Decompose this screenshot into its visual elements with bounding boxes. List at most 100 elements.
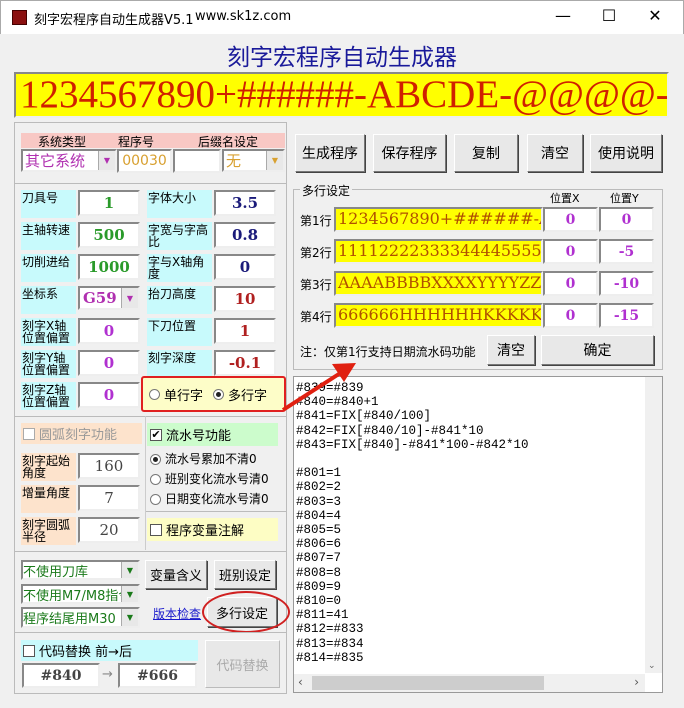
arc-checkbox-row[interactable]: 圆弧刻字功能 <box>21 423 142 444</box>
scroll-thumb[interactable] <box>312 676 544 690</box>
param-input[interactable]: 0 <box>78 350 140 376</box>
code-output-text: #839=#839 #840=#840+1 #841=FIX[#840/100]… <box>296 381 529 665</box>
coordinate-value: G59 <box>83 289 117 307</box>
row-pos-y-input[interactable]: -10 <box>599 271 654 296</box>
suffix-value: 无 <box>226 152 242 170</box>
param-input[interactable]: -0.1 <box>214 350 276 376</box>
arc-radius-label: 刻字圆弧半径 <box>21 517 76 545</box>
comment-checkbox[interactable] <box>150 523 162 536</box>
version-check-link[interactable]: 版本检查 <box>153 605 201 622</box>
serial-checkbox-row[interactable]: ✔ 流水号功能 <box>147 423 278 446</box>
code-replace-checkbox[interactable] <box>23 644 35 657</box>
serial-checkbox[interactable]: ✔ <box>150 428 162 441</box>
program-no-input[interactable]: 00030 <box>117 149 172 173</box>
row-pos-x-input[interactable]: 0 <box>543 207 598 232</box>
annotation-arrow <box>281 363 356 412</box>
suffix-select[interactable]: 无 ▼ <box>222 149 285 172</box>
horizontal-scrollbar[interactable]: ‹ › <box>294 674 645 692</box>
scroll-down-icon[interactable]: ⌄ <box>648 661 656 671</box>
highlight-ellipse <box>202 591 290 633</box>
help-button[interactable]: 使用说明 <box>590 134 662 172</box>
param-input[interactable]: 0 <box>78 382 140 408</box>
param-input[interactable]: 1 <box>78 190 140 216</box>
scroll-right-icon[interactable]: › <box>634 675 639 689</box>
clear-button[interactable]: 清空 <box>527 134 583 172</box>
param-label: 切削进给 <box>21 254 76 282</box>
single-line-radio[interactable] <box>149 388 160 400</box>
system-type-select[interactable]: 其它系统 ▼ <box>21 149 117 172</box>
tool-lib-select[interactable]: 不使用刀库 ▼ <box>21 560 140 580</box>
param-input[interactable]: 0.8 <box>214 222 276 248</box>
row-pos-x-input[interactable]: 0 <box>543 303 598 328</box>
start-angle-label: 刻字起始角度 <box>21 453 76 481</box>
chevron-down-icon: ▼ <box>121 562 138 578</box>
param-label: 刻字Y轴位置偏置 <box>21 350 76 378</box>
pos-x-header: 位置X <box>550 192 580 205</box>
param-label: 刻字深度 <box>147 350 212 378</box>
arc-checkbox[interactable] <box>23 427 35 440</box>
multi-line-label: 多行字 <box>228 388 268 404</box>
param-input[interactable]: 10 <box>214 286 276 312</box>
row-pos-x-input[interactable]: 0 <box>543 271 598 296</box>
arc-label: 圆弧刻字功能 <box>39 428 118 443</box>
param-input[interactable]: 1 <box>214 318 276 344</box>
param-input[interactable]: 0 <box>78 318 140 344</box>
row-text-input[interactable]: 11112222333344445555 <box>334 239 543 264</box>
code-replace-label: 代码替换 前→后 <box>39 645 133 660</box>
row-pos-x-input[interactable]: 0 <box>543 239 598 264</box>
suffix-extra-input[interactable] <box>173 149 221 173</box>
maximize-button[interactable]: ☐ <box>594 6 624 25</box>
row-text-input[interactable]: 666666HHHHHHKKKKKKPP <box>334 303 543 328</box>
row-label: 第4行 <box>300 310 332 324</box>
coordinate-select[interactable]: G59 ▼ <box>78 286 140 310</box>
generate-button[interactable]: 生成程序 <box>295 134 365 172</box>
serial-option-label: 流水号累加不清0 <box>165 452 257 466</box>
code-replace-row[interactable]: 代码替换 前→后 <box>21 640 198 661</box>
serial-option-1[interactable]: 班别变化流水号清0 <box>150 470 269 487</box>
param-label: 下刀位置 <box>147 318 212 346</box>
row-pos-y-input[interactable]: -15 <box>599 303 654 328</box>
arc-radius-input[interactable]: 20 <box>78 517 140 543</box>
multi-line-clear-button[interactable]: 清空 <box>487 335 535 365</box>
var-meaning-button[interactable]: 变量含义 <box>145 560 207 589</box>
system-type-label: 系统类型 <box>38 135 87 149</box>
chevron-down-icon: ▼ <box>121 586 138 602</box>
minimize-button[interactable]: — <box>548 6 578 25</box>
copy-button[interactable]: 复制 <box>454 134 518 172</box>
radio-icon <box>150 474 161 485</box>
close-button[interactable]: ✕ <box>640 6 670 25</box>
shift-settings-button[interactable]: 班别设定 <box>214 560 276 589</box>
suffix-label: 后缀名设定 <box>198 135 259 149</box>
multi-line-group-title: 多行设定 <box>300 182 353 199</box>
row-text-input[interactable]: AAAABBBBXXXXYYYYZZZZ <box>334 271 543 296</box>
param-input[interactable]: 1000 <box>78 254 140 280</box>
serial-option-2[interactable]: 日期变化流水号清0 <box>150 490 269 507</box>
param-input[interactable]: 0 <box>214 254 276 280</box>
start-angle-input[interactable]: 160 <box>78 453 140 479</box>
program-end-select[interactable]: 程序结尾用M30 ▼ <box>21 607 140 628</box>
multi-line-radio[interactable] <box>213 388 225 400</box>
replace-to-input[interactable]: #666 <box>118 663 197 688</box>
arrow-right-icon: → <box>102 667 113 682</box>
param-label: 刻字Z轴位置偏置 <box>21 382 76 410</box>
scroll-left-icon[interactable]: ‹ <box>298 675 303 689</box>
param-input[interactable]: 500 <box>78 222 140 248</box>
row-pos-y-input[interactable]: 0 <box>599 207 654 232</box>
param-label: 刀具号 <box>21 190 76 218</box>
m7m8-select[interactable]: 不使用M7/M8指令 ▼ <box>21 584 140 604</box>
param-input[interactable]: 3.5 <box>214 190 276 216</box>
save-button[interactable]: 保存程序 <box>373 134 446 172</box>
text-mode-group: 单行字 多行字 <box>141 376 286 412</box>
window-title: 刻字宏程序自动生成器V5.1 <box>34 13 194 28</box>
vertical-scrollbar[interactable]: ⌄ <box>645 377 662 673</box>
comment-checkbox-row[interactable]: 程序变量注解 <box>147 518 278 541</box>
serial-option-0[interactable]: 流水号累加不清0 <box>150 450 257 467</box>
replace-from-input[interactable]: #840 <box>22 663 100 688</box>
param-label: 坐标系 <box>21 286 76 314</box>
inc-angle-input[interactable]: 7 <box>78 485 140 511</box>
single-line-label: 单行字 <box>164 388 204 404</box>
row-pos-y-input[interactable]: -5 <box>599 239 654 264</box>
row-text-input[interactable]: 1234567890+######-ABCDE <box>334 207 543 232</box>
code-output-area[interactable]: #839=#839 #840=#840+1 #841=FIX[#840/100]… <box>293 376 663 693</box>
multi-line-ok-button[interactable]: 确定 <box>541 335 654 365</box>
